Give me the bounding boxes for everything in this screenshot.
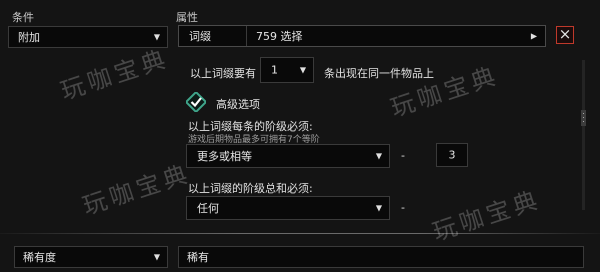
close-icon: × (558, 25, 572, 43)
watermark: 玩咖宝典 (79, 159, 195, 221)
tier-sum-label: 以上词缀的阶级总和必须: (188, 182, 313, 195)
rarity-value-field[interactable]: 稀有 (178, 246, 584, 268)
affix-row[interactable]: 词缀 759 选择 ▶ (178, 25, 546, 47)
affix-label: 词缀 (189, 30, 211, 43)
watermark: 玩咖宝典 (429, 185, 545, 247)
count-select[interactable]: 1 ▼ (260, 57, 314, 83)
section-divider (0, 233, 600, 234)
count-prefix: 以上词缀要有 (190, 67, 256, 80)
chevron-down-icon: ▼ (299, 65, 306, 75)
affix-divider (246, 26, 247, 46)
watermark: 玩咖宝典 (57, 44, 173, 106)
property-header: 属性 (176, 11, 198, 24)
tier-each-number: 3 (448, 148, 456, 162)
tier-each-dash: - (401, 149, 405, 162)
close-button[interactable]: × (556, 26, 574, 44)
scrollbar[interactable] (582, 60, 585, 210)
rarity-select-value: 稀有度 (23, 251, 56, 264)
scrollbar-grip[interactable] (581, 110, 586, 126)
tier-sum-dash: - (401, 201, 405, 214)
tier-each-select-value: 更多或相等 (197, 150, 252, 163)
rarity-select[interactable]: 稀有度 ▼ (14, 246, 168, 268)
condition-header: 条件 (12, 11, 34, 24)
rarity-value: 稀有 (187, 251, 209, 264)
advanced-label: 高级选项 (216, 98, 260, 111)
checkbox-checked-icon (184, 90, 208, 114)
tier-sum-select[interactable]: 任何 ▼ (186, 196, 390, 220)
chevron-down-icon: ▼ (375, 151, 382, 161)
tier-each-number-input[interactable]: 3 (436, 143, 468, 167)
advanced-checkbox[interactable] (184, 90, 208, 114)
chevron-down-icon: ▼ (375, 203, 382, 213)
condition-select-value: 附加 (18, 31, 40, 44)
chevron-down-icon: ▼ (153, 252, 160, 262)
chevron-right-icon: ▶ (530, 31, 537, 41)
tier-sum-select-value: 任何 (197, 202, 219, 215)
affix-value: 759 选择 (256, 30, 303, 43)
tier-each-select[interactable]: 更多或相等 ▼ (186, 144, 390, 168)
count-value: 1 (271, 63, 278, 77)
